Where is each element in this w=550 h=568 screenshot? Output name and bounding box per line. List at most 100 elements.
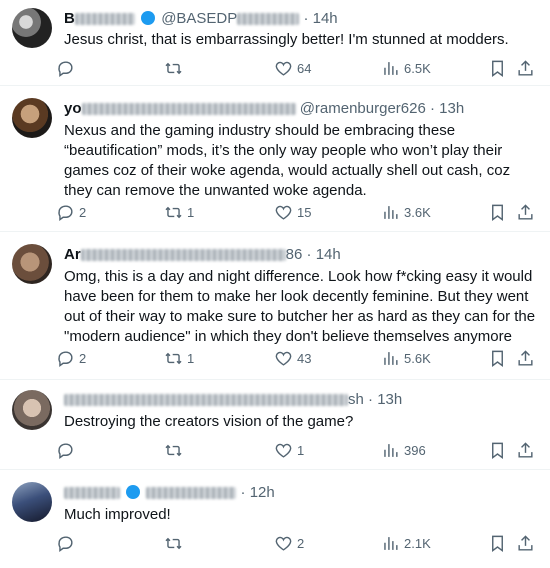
like-count: 15: [297, 204, 312, 220]
reply-icon: [56, 534, 75, 553]
tweet-text: Much improved!: [64, 506, 171, 523]
retweet-icon: [164, 349, 183, 368]
views-button[interactable]: 3.6K: [381, 200, 431, 224]
avatar[interactable]: [12, 390, 52, 430]
share-button[interactable]: [516, 531, 535, 555]
heart-icon: [274, 203, 293, 222]
views-chart-icon: [381, 441, 400, 460]
tweet-header: sh · 13h: [64, 390, 402, 410]
retweet-icon: [164, 441, 183, 460]
display-name[interactable]: B: [64, 10, 75, 27]
share-button[interactable]: [516, 56, 535, 80]
heart-icon: [274, 349, 293, 368]
retweet-button[interactable]: [164, 531, 187, 555]
bookmark-icon: [488, 441, 507, 460]
redacted-name: [74, 13, 135, 26]
timestamp[interactable]: 14h: [313, 10, 338, 27]
avatar[interactable]: [12, 98, 52, 138]
bookmark-button[interactable]: [488, 56, 507, 80]
tweet-header: Ar 86 · 14h: [64, 246, 341, 263]
view-count: 5.6K: [404, 350, 431, 366]
retweet-button[interactable]: [164, 438, 187, 462]
views-button[interactable]: 6.5K: [381, 56, 431, 80]
share-button[interactable]: [516, 200, 535, 224]
action-bar: 2 1 15 3.6K: [56, 200, 536, 224]
user-handle[interactable]: @ramenburger626: [300, 100, 426, 117]
tweet-text: Omg, this is a day and night difference.…: [64, 268, 536, 345]
like-count: 43: [297, 350, 312, 366]
timestamp[interactable]: 12h: [250, 484, 275, 501]
views-button[interactable]: 5.6K: [381, 346, 431, 370]
avatar[interactable]: [12, 244, 52, 284]
like-button[interactable]: 43: [274, 346, 311, 370]
tweet[interactable]: yo @ramenburger626 · 13h Nexus and the g…: [0, 86, 550, 232]
redacted-name: [80, 249, 286, 262]
user-handle[interactable]: @BASEDP: [161, 10, 237, 27]
tweet[interactable]: sh · 13h Destroying the creators vision …: [0, 380, 550, 470]
retweet-button[interactable]: 1: [164, 200, 194, 224]
share-icon: [516, 441, 535, 460]
tweet-header: · 12h: [64, 483, 275, 503]
share-button[interactable]: [516, 438, 535, 462]
tweet-text: Jesus christ, that is embarrassingly bet…: [64, 31, 509, 48]
timestamp[interactable]: 13h: [377, 391, 402, 408]
retweet-icon: [164, 534, 183, 553]
share-icon: [516, 203, 535, 222]
reply-count: 2: [79, 204, 87, 220]
reply-button[interactable]: 2: [56, 200, 86, 224]
like-count: 1: [297, 442, 305, 458]
views-button[interactable]: 2.1K: [381, 531, 431, 555]
retweet-icon: [164, 203, 183, 222]
views-button[interactable]: 396: [381, 438, 426, 462]
like-button[interactable]: 64: [274, 56, 311, 80]
like-count: 64: [297, 60, 312, 76]
avatar[interactable]: [12, 8, 52, 48]
heart-icon: [274, 441, 293, 460]
bookmark-icon: [488, 534, 507, 553]
tweet[interactable]: · 12h Much improved! 2 2.1K: [0, 470, 550, 568]
like-button[interactable]: 1: [274, 438, 304, 462]
share-icon: [516, 534, 535, 553]
tweet[interactable]: B @BASEDP · 14h Jesus christ, that is em…: [0, 0, 550, 86]
user-handle[interactable]: sh: [348, 391, 364, 408]
bookmark-button[interactable]: [488, 346, 507, 370]
redacted-handle: [237, 13, 300, 26]
bookmark-button[interactable]: [488, 200, 507, 224]
views-chart-icon: [381, 203, 400, 222]
reply-button[interactable]: [56, 438, 79, 462]
retweet-button[interactable]: 1: [164, 346, 194, 370]
tweet-text: Destroying the creators vision of the ga…: [64, 413, 354, 430]
reply-button[interactable]: [56, 56, 79, 80]
retweet-count: 1: [187, 350, 195, 366]
like-button[interactable]: 2: [274, 531, 304, 555]
share-button[interactable]: [516, 346, 535, 370]
retweet-icon: [164, 59, 183, 78]
display-name[interactable]: yo: [64, 100, 82, 117]
heart-icon: [274, 59, 293, 78]
reply-icon: [56, 59, 75, 78]
retweet-button[interactable]: [164, 56, 187, 80]
reply-button[interactable]: 2: [56, 346, 86, 370]
reply-button[interactable]: [56, 531, 79, 555]
avatar[interactable]: [12, 482, 52, 522]
action-bar: 64 6.5K: [56, 56, 536, 80]
action-bar: 1 396: [56, 438, 536, 462]
share-icon: [516, 59, 535, 78]
timestamp[interactable]: 14h: [316, 246, 341, 263]
heart-icon: [274, 534, 293, 553]
like-button[interactable]: 15: [274, 200, 311, 224]
views-chart-icon: [381, 534, 400, 553]
view-count: 6.5K: [404, 60, 431, 76]
tweet-text: Nexus and the gaming industry should be …: [64, 122, 511, 199]
action-bar: 2 2.1K: [56, 531, 536, 555]
user-handle[interactable]: 86: [286, 246, 303, 263]
timestamp[interactable]: 13h: [439, 100, 464, 117]
tweet[interactable]: Ar 86 · 14h Omg, this is a day and night …: [0, 232, 550, 380]
share-icon: [516, 349, 535, 368]
bookmark-button[interactable]: [488, 531, 507, 555]
action-bar: 2 1 43 5.6K: [56, 346, 536, 370]
bookmark-icon: [488, 59, 507, 78]
reply-feed: B @BASEDP · 14h Jesus christ, that is em…: [0, 0, 550, 568]
display-name[interactable]: Ar: [64, 246, 81, 263]
bookmark-button[interactable]: [488, 438, 507, 462]
